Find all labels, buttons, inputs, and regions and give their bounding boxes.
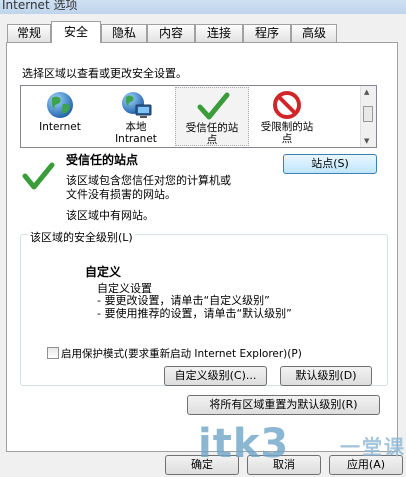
tab-advanced[interactable]: 高级 (291, 24, 337, 42)
zone-restricted-label: 受限制的站 点 (260, 121, 314, 145)
tab-privacy[interactable]: 隐私 (101, 24, 147, 42)
tab-security[interactable]: 安全 (51, 21, 101, 43)
zone-internet-label: Internet (39, 121, 81, 133)
zone-list[interactable]: Internet 本地 Intranet 受信任的站 点 受限制的站 点 ▲ ▼ (20, 85, 377, 148)
zone-title: 受信任的站点 (66, 153, 139, 167)
tab-connections[interactable]: 连接 (195, 24, 243, 42)
watermark-main: itk3 (198, 421, 290, 467)
zone-list-scrollbar[interactable]: ▲ ▼ (360, 86, 376, 147)
zone-prompt: 选择区域以查看或更改安全设置。 (22, 67, 187, 80)
sites-button[interactable]: 站点(S) (283, 154, 377, 174)
window-title: Internet 选项 (2, 0, 78, 12)
security-level-name: 自定义 (85, 265, 122, 279)
protected-mode-label[interactable]: 启用保护模式(要求重新启动 Internet Explorer)(P) (61, 346, 302, 361)
globe-icon (47, 92, 73, 118)
scroll-up-icon[interactable]: ▲ (364, 88, 369, 96)
title-bar: Internet 选项 (0, 0, 406, 14)
zone-trusted-sites[interactable]: 受信任的站 点 (175, 87, 249, 146)
intranet-icon (122, 92, 152, 118)
security-level-group-title: 该区域的安全级别(L) (28, 229, 135, 245)
watermark-sub: 一堂课 (340, 435, 406, 459)
tab-programs[interactable]: 程序 (243, 24, 291, 42)
scroll-down-icon[interactable]: ▼ (364, 137, 369, 145)
reset-all-zones-button[interactable]: 将所有区域重置为默认级别(R) (187, 395, 380, 415)
zone-trusted-label: 受信任的站 点 (185, 122, 239, 146)
zone-intranet-label: 本地 Intranet (115, 121, 157, 145)
scroll-thumb[interactable] (363, 106, 373, 122)
zone-note: 该区域中有网站。 (66, 209, 154, 222)
zone-internet[interactable]: Internet (24, 87, 96, 146)
tab-general[interactable]: 常规 (7, 24, 51, 42)
tab-content[interactable]: 内容 (147, 24, 195, 42)
zone-restricted-sites[interactable]: 受限制的站 点 (250, 87, 324, 146)
protected-mode-checkbox[interactable] (47, 347, 59, 359)
restricted-icon (273, 91, 301, 119)
zone-description-line2: 文件没有损害的网站。 (66, 188, 176, 201)
security-level-line3: - 要使用推荐的设置，请单击“默认级别” (97, 307, 292, 320)
default-level-button[interactable]: 默认级别(D) (280, 366, 372, 386)
trusted-check-icon (22, 162, 55, 190)
custom-level-button[interactable]: 自定义级别(C)... (164, 366, 267, 386)
check-icon (197, 92, 230, 120)
zone-local-intranet[interactable]: 本地 Intranet (98, 87, 174, 146)
